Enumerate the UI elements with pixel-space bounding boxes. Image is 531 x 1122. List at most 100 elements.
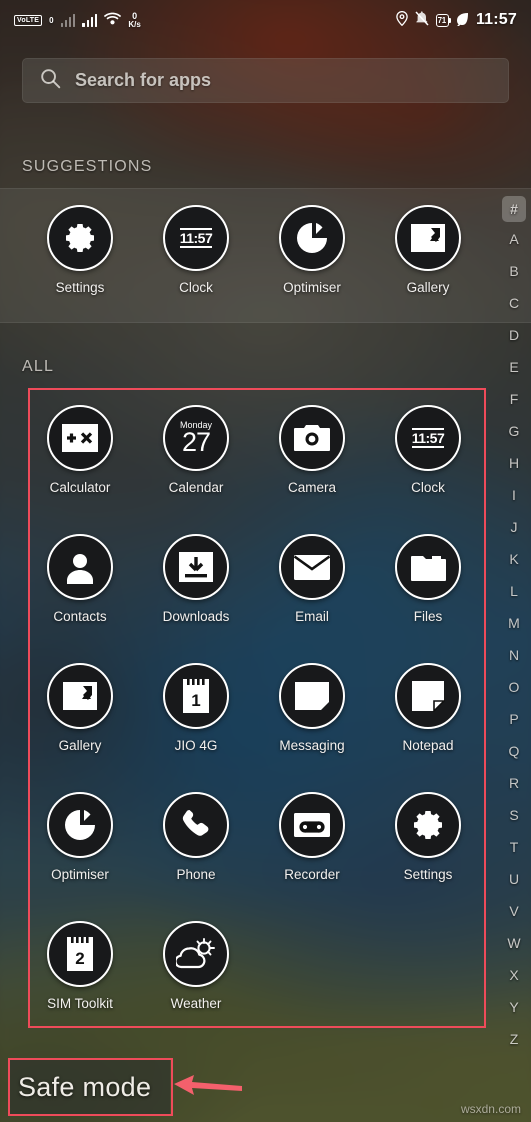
alpha-index-g[interactable]: G (502, 415, 526, 446)
optimiser-icon (47, 792, 113, 858)
app-downloads[interactable]: Downloads (138, 534, 254, 624)
app-clock-suggestion[interactable]: 11:57 Clock (138, 205, 254, 295)
suggestions-row: Settings 11:57 Clock Optimiser Gallery (22, 205, 488, 295)
alpha-index-t[interactable]: T (502, 831, 526, 862)
alpha-index-q[interactable]: Q (502, 735, 526, 766)
alpha-index-k[interactable]: K (502, 543, 526, 574)
alpha-index-i[interactable]: I (502, 479, 526, 510)
app-calculator[interactable]: Calculator (22, 405, 138, 495)
app-label: Optimiser (283, 280, 341, 295)
watermark: wsxdn.com (460, 1102, 521, 1116)
app-weather[interactable]: Weather (138, 921, 254, 1011)
app-email[interactable]: Email (254, 534, 370, 624)
alpha-index-x[interactable]: X (502, 959, 526, 990)
alpha-index-a[interactable]: A (502, 223, 526, 254)
alphabet-scroll-index[interactable]: # A B C D E F G H I J K L M N O P Q R S … (500, 196, 528, 1054)
app-sim-toolkit[interactable]: 2 SIM Toolkit (22, 921, 138, 1011)
alpha-index-w[interactable]: W (502, 927, 526, 958)
clock-face-time: 11:57 (179, 227, 213, 249)
alpha-index-b[interactable]: B (502, 255, 526, 286)
app-label: Gallery (406, 280, 450, 295)
sim-card-icon: 2 (47, 921, 113, 987)
gear-icon (395, 792, 461, 858)
app-optimiser-suggestion[interactable]: Optimiser (254, 205, 370, 295)
app-label: Weather (170, 996, 222, 1011)
bell-muted-icon (415, 11, 429, 29)
app-settings-suggestion[interactable]: Settings (22, 205, 138, 295)
app-label: Clock (411, 480, 445, 495)
alpha-index-h[interactable]: H (502, 447, 526, 478)
app-label: Camera (287, 480, 336, 495)
network-speed-indicator: 0 K/s (128, 11, 141, 29)
app-label: Gallery (58, 738, 102, 753)
clock-icon: 11:57 (163, 205, 229, 271)
alpha-index-z[interactable]: Z (502, 1023, 526, 1054)
app-label: Clock (179, 280, 213, 295)
app-messaging[interactable]: Messaging (254, 663, 370, 753)
app-gallery[interactable]: Gallery (22, 663, 138, 753)
alpha-index-s[interactable]: S (502, 799, 526, 830)
network-speed-unit: K/s (128, 19, 141, 29)
alpha-index-o[interactable]: O (502, 671, 526, 702)
volte-sim-indicator: 0 (49, 15, 54, 25)
sim-slot-number: 1 (191, 691, 200, 710)
alpha-index-r[interactable]: R (502, 767, 526, 798)
alpha-index-p[interactable]: P (502, 703, 526, 734)
app-gallery-suggestion[interactable]: Gallery (370, 205, 486, 295)
alpha-index-d[interactable]: D (502, 319, 526, 350)
app-slot-empty-1 (254, 921, 370, 1011)
alpha-index-u[interactable]: U (502, 863, 526, 894)
wifi-icon (104, 12, 122, 28)
suggestions-section-header: SUGGESTIONS (22, 158, 153, 175)
search-input[interactable]: Search for apps (22, 58, 509, 103)
app-settings[interactable]: Settings (370, 792, 486, 882)
location-icon (395, 10, 408, 29)
alpha-index-j[interactable]: J (502, 511, 526, 542)
app-label: Settings (403, 867, 453, 882)
optimiser-icon (279, 205, 345, 271)
alpha-index-e[interactable]: E (502, 351, 526, 382)
search-icon (40, 68, 61, 94)
app-contacts[interactable]: Contacts (22, 534, 138, 624)
download-icon (163, 534, 229, 600)
app-files[interactable]: Files (370, 534, 486, 624)
app-label: Contacts (53, 609, 107, 624)
app-jio-4g[interactable]: 1 JIO 4G (138, 663, 254, 753)
alpha-index-f[interactable]: F (502, 383, 526, 414)
battery-percent: 71 (437, 15, 447, 25)
all-apps-row-4: Optimiser Phone Recorder Settings (22, 792, 488, 882)
status-bar: VoLTE 0 0 K/s 71 11:57 (0, 0, 531, 40)
app-clock[interactable]: 11:57 Clock (370, 405, 486, 495)
volte-icon: VoLTE (14, 14, 43, 26)
app-camera[interactable]: Camera (254, 405, 370, 495)
alpha-index-hash[interactable]: # (502, 196, 526, 222)
app-calendar[interactable]: Monday 27 Calendar (138, 405, 254, 495)
all-apps-row-3: Gallery 1 JIO 4G Messaging Notepad (22, 663, 488, 753)
all-section-header: ALL (22, 358, 55, 375)
app-recorder[interactable]: Recorder (254, 792, 370, 882)
alpha-index-v[interactable]: V (502, 895, 526, 926)
app-optimiser[interactable]: Optimiser (22, 792, 138, 882)
calendar-icon: Monday 27 (163, 405, 229, 471)
battery-icon: 71 (435, 13, 452, 27)
eco-leaf-icon (456, 12, 469, 29)
envelope-icon (279, 534, 345, 600)
app-label: Calculator (49, 480, 111, 495)
app-label: Calendar (168, 480, 224, 495)
safe-mode-badge: Safe mode (10, 1060, 170, 1114)
app-notepad[interactable]: Notepad (370, 663, 486, 753)
alpha-index-c[interactable]: C (502, 287, 526, 318)
alpha-index-l[interactable]: L (502, 575, 526, 606)
app-slot-empty-2 (370, 921, 486, 1011)
all-apps-row-2: Contacts Downloads Email Files (22, 534, 488, 624)
app-phone[interactable]: Phone (138, 792, 254, 882)
app-label: SIM Toolkit (47, 996, 113, 1011)
alpha-index-n[interactable]: N (502, 639, 526, 670)
signal-bars-sim1-icon (60, 13, 76, 27)
clock-icon: 11:57 (395, 405, 461, 471)
app-label: Email (295, 609, 329, 624)
alpha-index-m[interactable]: M (502, 607, 526, 638)
weather-icon (163, 921, 229, 987)
alpha-index-y[interactable]: Y (502, 991, 526, 1022)
app-label: JIO 4G (174, 738, 218, 753)
